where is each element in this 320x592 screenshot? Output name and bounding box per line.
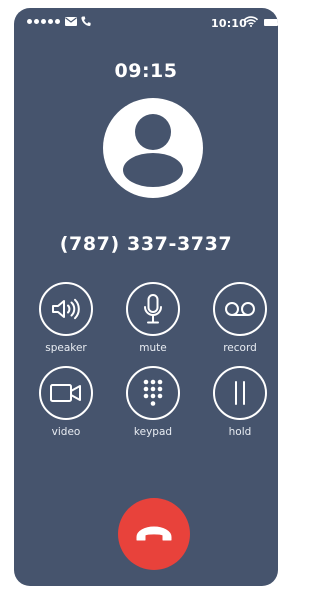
call-timer: 09:15 (114, 60, 178, 82)
video-circle[interactable] (39, 366, 93, 420)
record-button[interactable]: record (208, 282, 272, 354)
hold-button[interactable]: hold (208, 366, 272, 438)
video-label: video (51, 426, 81, 438)
video-button[interactable]: video (34, 366, 98, 438)
status-time: 10:10 (211, 17, 248, 30)
keypad-circle[interactable] (126, 366, 180, 420)
hold-circle[interactable] (213, 366, 267, 420)
end-call-button[interactable] (118, 498, 190, 570)
record-label: record (223, 342, 257, 354)
speaker-icon (52, 298, 80, 320)
mute-circle[interactable] (126, 282, 180, 336)
record-circle[interactable] (213, 282, 267, 336)
phone-icon (81, 16, 91, 27)
hang-up-icon (136, 526, 172, 541)
battery-icon (264, 19, 278, 26)
mail-icon (65, 17, 77, 26)
speaker-button[interactable]: speaker (34, 282, 98, 354)
caller-number: (787) 337-3737 (59, 233, 233, 255)
mute-button[interactable]: mute (121, 282, 185, 354)
speaker-circle[interactable] (39, 282, 93, 336)
voicemail-icon (225, 302, 255, 316)
wifi-icon (244, 16, 258, 27)
keypad-button[interactable]: keypad (121, 366, 185, 438)
speaker-label: speaker (45, 342, 87, 354)
hold-label: hold (228, 426, 252, 438)
keypad-label: keypad (133, 426, 173, 438)
avatar (103, 98, 203, 198)
keypad-icon (143, 379, 163, 406)
pause-icon (235, 381, 245, 405)
microphone-icon (144, 294, 162, 324)
video-camera-icon (50, 384, 81, 402)
status-bar: 10:10 (14, 8, 278, 36)
phone-screen: 10:10 09:15 (787) 337-3737 speaker mute … (14, 8, 278, 586)
signal-dots-icon (27, 19, 60, 24)
mute-label: mute (139, 342, 167, 354)
